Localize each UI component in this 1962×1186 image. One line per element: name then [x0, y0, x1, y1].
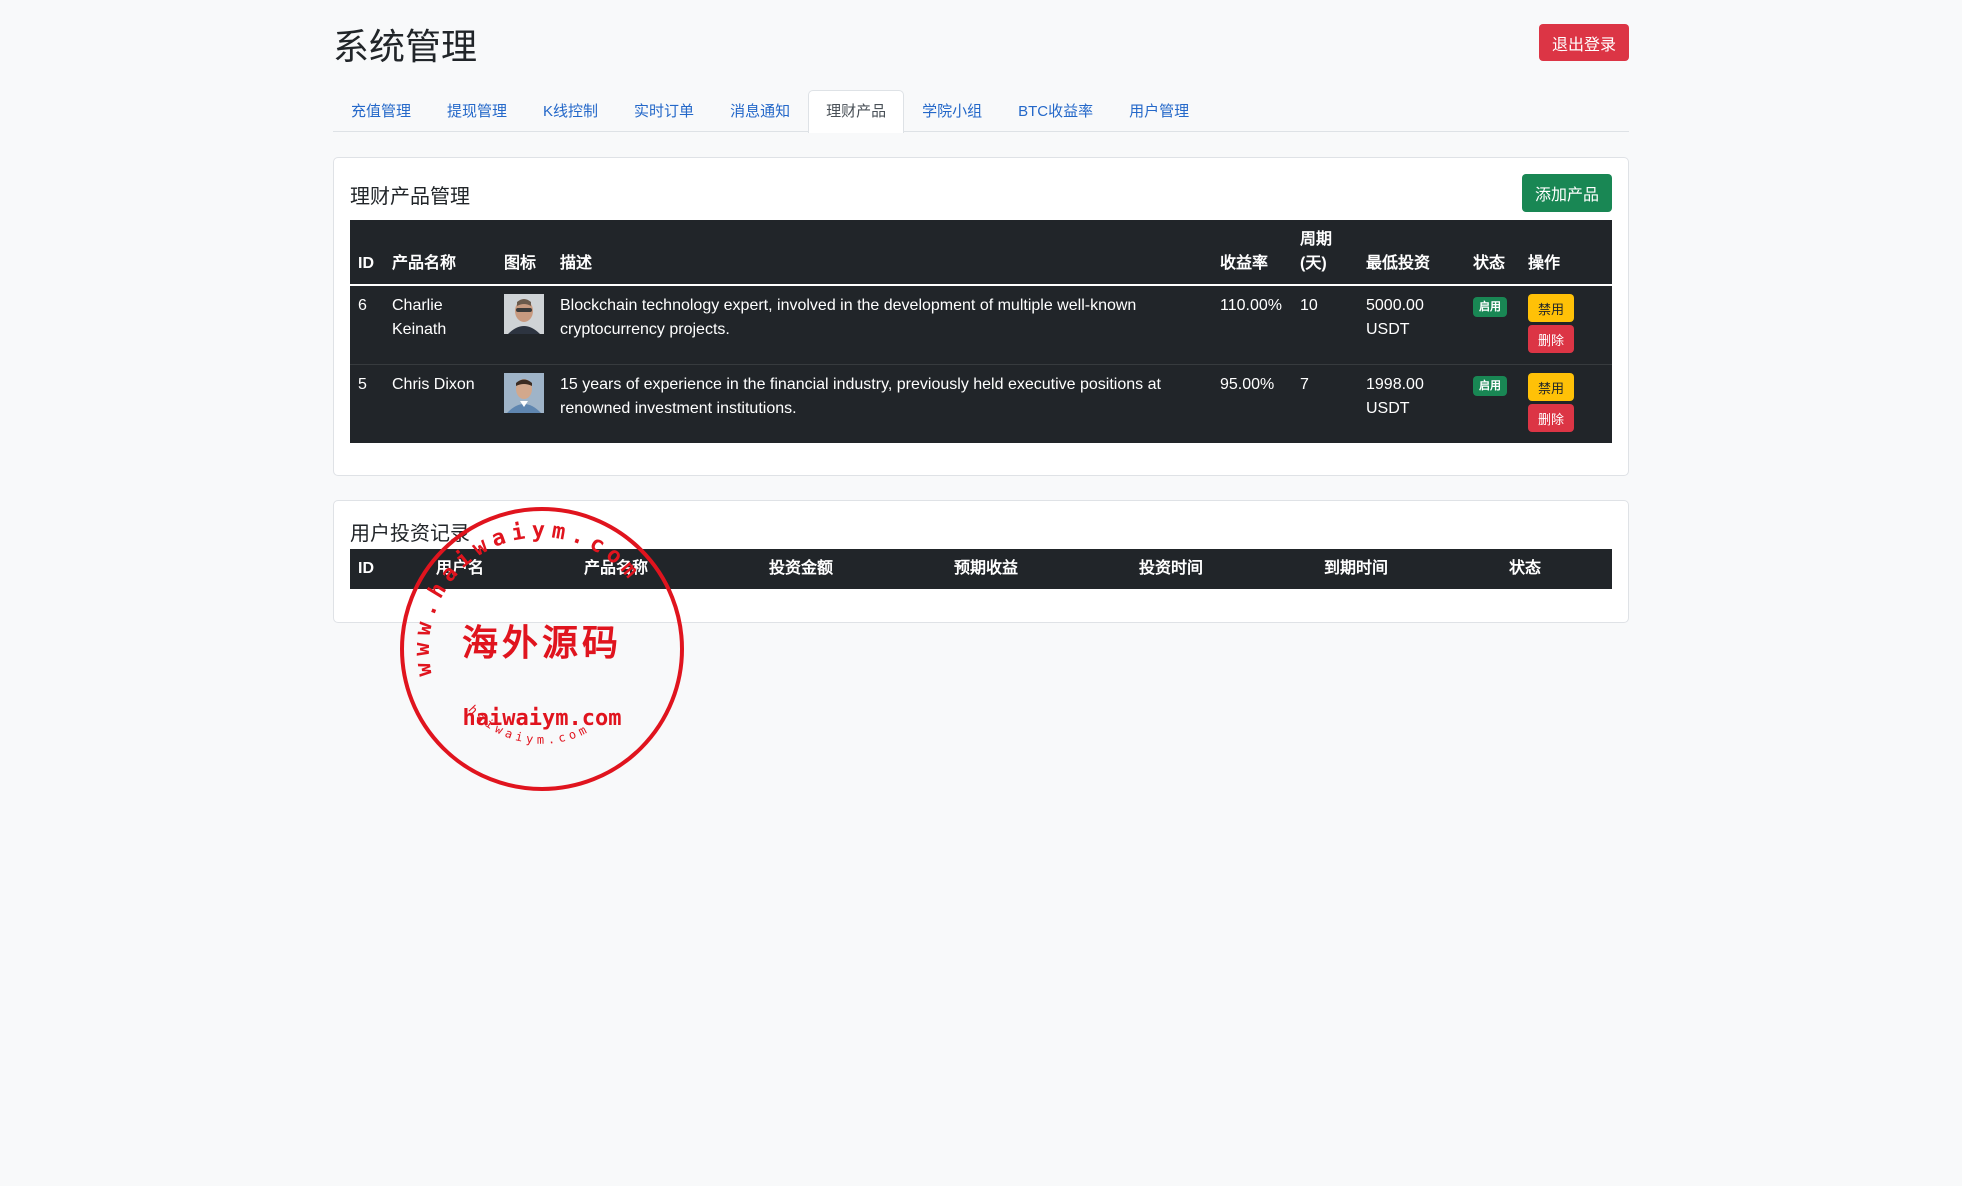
row-icon-cell	[496, 285, 552, 365]
row-rate: 110.00%	[1220, 297, 1282, 314]
tab-recharge[interactable]: 充值管理	[333, 90, 429, 132]
row-description: 15 years of experience in the financial …	[552, 364, 1212, 443]
status-badge: 启用	[1473, 376, 1507, 396]
col-status: 状态	[1465, 220, 1520, 286]
col-expected-return: 预期收益	[954, 560, 1019, 577]
col-name: 产品名称	[384, 220, 496, 286]
delete-button[interactable]: 删除	[1528, 404, 1574, 432]
watermark-domain-text: haiwaiym.com	[463, 706, 622, 731]
col-expiry-time: 到期时间	[1324, 560, 1389, 577]
nav-tabs: 充值管理 提现管理 K线控制 实时订单 消息通知 理财产品 学院小组 BTC收益…	[333, 90, 1629, 133]
row-id: 5	[350, 364, 384, 443]
tab-kline[interactable]: K线控制	[525, 90, 616, 132]
tab-orders[interactable]: 实时订单	[616, 90, 712, 132]
header: 系统管理 退出登录	[333, 0, 1629, 90]
col-id: ID	[350, 220, 384, 286]
tab-users[interactable]: 用户管理	[1111, 90, 1207, 132]
table-header-row: ID 用户名 产品名称 投资金额 预期收益 投资时间 到期时间 状态	[350, 549, 1612, 589]
watermark-small-text: haiwaiym.com	[466, 702, 589, 746]
col-actions: 操作	[1520, 220, 1612, 286]
col-description: 描述	[552, 220, 1212, 286]
row-period: 10	[1300, 297, 1318, 314]
row-status-cell: 启用	[1465, 285, 1520, 365]
delete-button[interactable]: 删除	[1528, 325, 1574, 353]
col-username: 用户名	[436, 560, 485, 577]
table-row: 6 Charlie Keinath Blockchain technology …	[350, 285, 1612, 365]
disable-button[interactable]: 禁用	[1528, 373, 1574, 401]
col-min-invest: 最低投资	[1358, 220, 1465, 286]
row-icon-cell	[496, 364, 552, 443]
investments-table: ID 用户名 产品名称 投资金额 预期收益 投资时间 到期时间 状态	[350, 549, 1612, 589]
tab-btc-yield[interactable]: BTC收益率	[1000, 90, 1111, 132]
col-amount: 投资金额	[769, 560, 834, 577]
add-product-button[interactable]: 添加产品	[1522, 174, 1612, 212]
row-description: Blockchain technology expert, involved i…	[560, 297, 1137, 338]
product-avatar-icon	[504, 294, 544, 334]
products-card-title: 理财产品管理	[350, 186, 470, 208]
col-invest-time: 投资时间	[1139, 560, 1204, 577]
table-header-row: ID 产品名称 图标 描述 收益率 周期(天) 最低投资 状态 操作	[350, 220, 1612, 286]
col-id: ID	[358, 560, 374, 577]
tab-products[interactable]: 理财产品	[808, 90, 905, 133]
col-period: 周期(天)	[1292, 220, 1358, 286]
row-min-invest: 5000.00 USDT	[1366, 297, 1424, 338]
svg-text:haiwaiym.com: haiwaiym.com	[466, 702, 593, 746]
investments-card-title: 用户投资记录	[350, 523, 470, 545]
products-card: 理财产品管理 添加产品 ID 产品名称 图标 描述 收益率 周期(天) 最低投资…	[333, 157, 1629, 476]
investments-card: 用户投资记录 ID 用户名 产品名称 投资金额 预期收益 投资时间 到期时间 状…	[333, 500, 1629, 623]
products-table: ID 产品名称 图标 描述 收益率 周期(天) 最低投资 状态 操作 6 Cha…	[350, 220, 1612, 443]
row-id: 6	[358, 297, 367, 314]
row-min-invest: 1998.00 USDT	[1358, 364, 1465, 443]
row-rate: 95.00%	[1212, 364, 1292, 443]
row-status-cell: 启用	[1465, 364, 1520, 443]
col-status: 状态	[1509, 560, 1542, 577]
watermark-center-text: 海外源码	[462, 622, 622, 664]
logout-button[interactable]: 退出登录	[1539, 24, 1629, 61]
tab-academy[interactable]: 学院小组	[904, 90, 1000, 132]
status-badge: 启用	[1473, 297, 1507, 317]
col-icon: 图标	[496, 220, 552, 286]
row-actions: 禁用 删除	[1520, 364, 1612, 443]
tab-withdraw[interactable]: 提现管理	[429, 90, 525, 132]
col-product-name: 产品名称	[584, 560, 649, 577]
row-period: 7	[1292, 364, 1358, 443]
page-title: 系统管理	[333, 26, 478, 67]
product-avatar-icon	[504, 373, 544, 413]
row-name: Chris Dixon	[384, 364, 496, 443]
disable-button[interactable]: 禁用	[1528, 294, 1574, 322]
table-row: 5 Chris Dixon 15 years of experience in …	[350, 364, 1612, 443]
tab-notifications[interactable]: 消息通知	[712, 90, 808, 132]
main-container: 系统管理 退出登录 充值管理 提现管理 K线控制 实时订单 消息通知 理财产品 …	[333, 0, 1629, 623]
col-rate: 收益率	[1212, 220, 1292, 286]
row-actions: 禁用 删除	[1520, 285, 1612, 365]
row-name: Charlie Keinath	[392, 297, 447, 338]
